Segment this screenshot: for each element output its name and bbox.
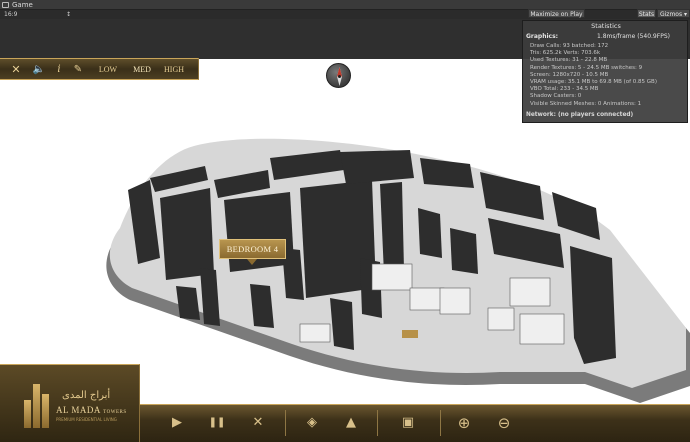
fps-value: 1.8ms/frame (540.9FPS)	[597, 33, 670, 40]
stat-line: Tris: 625.2k Verts: 703.6k	[530, 50, 601, 57]
logo-arabic-text: أبراج المدى	[62, 390, 111, 401]
sound-icon[interactable]: 🔈	[32, 59, 46, 81]
logo-bar	[42, 394, 49, 428]
floor-plan-icon[interactable]: ▣	[397, 409, 419, 437]
gizmos-dropdown[interactable]: Gizmos ▾	[657, 9, 690, 18]
network-status: Network: (no players connected)	[526, 112, 634, 118]
stat-line: Draw Calls: 93 batched: 172	[530, 43, 609, 49]
stat-line: Used Textures: 31 - 22.8 MB	[530, 57, 608, 64]
graphics-label: Graphics:	[526, 33, 559, 40]
info-icon[interactable]: i	[55, 59, 63, 81]
logo-panel	[0, 364, 140, 442]
quality-med-button[interactable]: MED	[130, 59, 154, 81]
game-tab-label: Game	[12, 1, 33, 9]
stat-line: VBO Total: 233 - 34.5 MB	[530, 86, 599, 93]
game-tab[interactable]: Game	[0, 0, 690, 10]
walk-mode-icon[interactable]: ▲	[342, 409, 360, 437]
close-icon[interactable]: ✕	[10, 59, 22, 81]
stat-line: Shadow Casters: 0	[530, 93, 582, 100]
logo-bar	[24, 400, 31, 428]
maximize-on-play-button[interactable]: Maximize on Play	[528, 9, 585, 18]
toolbar-divider	[285, 410, 286, 436]
game-view: Game 16:9 ↕ Maximize on Play Stats Gizmo…	[0, 0, 690, 442]
mute-icon[interactable]: ✕	[249, 409, 267, 437]
zoom-out-icon[interactable]: ⊖	[494, 409, 514, 437]
stats-lines: Draw Calls: 93 batched: 172 Tris: 625.2k…	[530, 43, 688, 108]
settings-icon[interactable]: ✎	[71, 59, 85, 81]
aspect-dropdown[interactable]: 16:9	[4, 10, 17, 19]
logo-mark-icon	[24, 384, 50, 428]
stats-button[interactable]: Stats	[637, 9, 656, 18]
toolbar-divider	[377, 410, 378, 436]
quality-high-button[interactable]: HIGH	[161, 59, 187, 81]
compass-icon[interactable]	[326, 63, 351, 88]
view-mode-icon[interactable]: ◈	[302, 409, 322, 437]
game-tab-icon	[2, 2, 9, 8]
zoom-in-icon[interactable]: ⊕	[454, 409, 474, 437]
logo-name-suffix: TOWERS	[103, 410, 127, 415]
pause-icon[interactable]: ❚❚	[207, 409, 227, 437]
floor-plan-scene[interactable]	[0, 88, 690, 408]
room-label-pointer	[247, 259, 257, 265]
stat-line: VRAM usage: 35.1 MB to 69.8 MB (of 0.85 …	[530, 79, 657, 86]
statistics-title: Statistics	[591, 22, 621, 30]
quality-menu-bar: ✕ 🔈 i ✎ LOW MED HIGH	[0, 58, 199, 80]
stat-line: Screen: 1280x720 - 10.5 MB	[530, 71, 609, 78]
statistics-panel: Statistics Graphics: 1.8ms/frame (540.9F…	[522, 20, 688, 123]
toolbar-divider	[440, 410, 441, 436]
floor-marker	[402, 330, 418, 338]
aspect-caret-icon[interactable]: ↕	[66, 10, 71, 19]
quality-low-button[interactable]: LOW	[96, 59, 120, 81]
play-icon[interactable]: ▶	[168, 409, 186, 437]
logo-bar	[33, 384, 40, 428]
logo-tagline: PREMIUM RESIDENTIAL LIVING	[56, 417, 117, 422]
logo-name: AL MADA TOWERS	[56, 405, 127, 415]
game-toolbar: 16:9 ↕	[0, 10, 690, 19]
stat-line: Visible Skinned Meshes: 0 Animations: 1	[530, 100, 642, 107]
stat-line: Render Textures: 5 - 24.5 MB switches: 9	[530, 64, 643, 71]
room-label-bedroom[interactable]: BEDROOM 4	[219, 239, 286, 259]
logo-name-main: AL MADA	[56, 405, 101, 415]
